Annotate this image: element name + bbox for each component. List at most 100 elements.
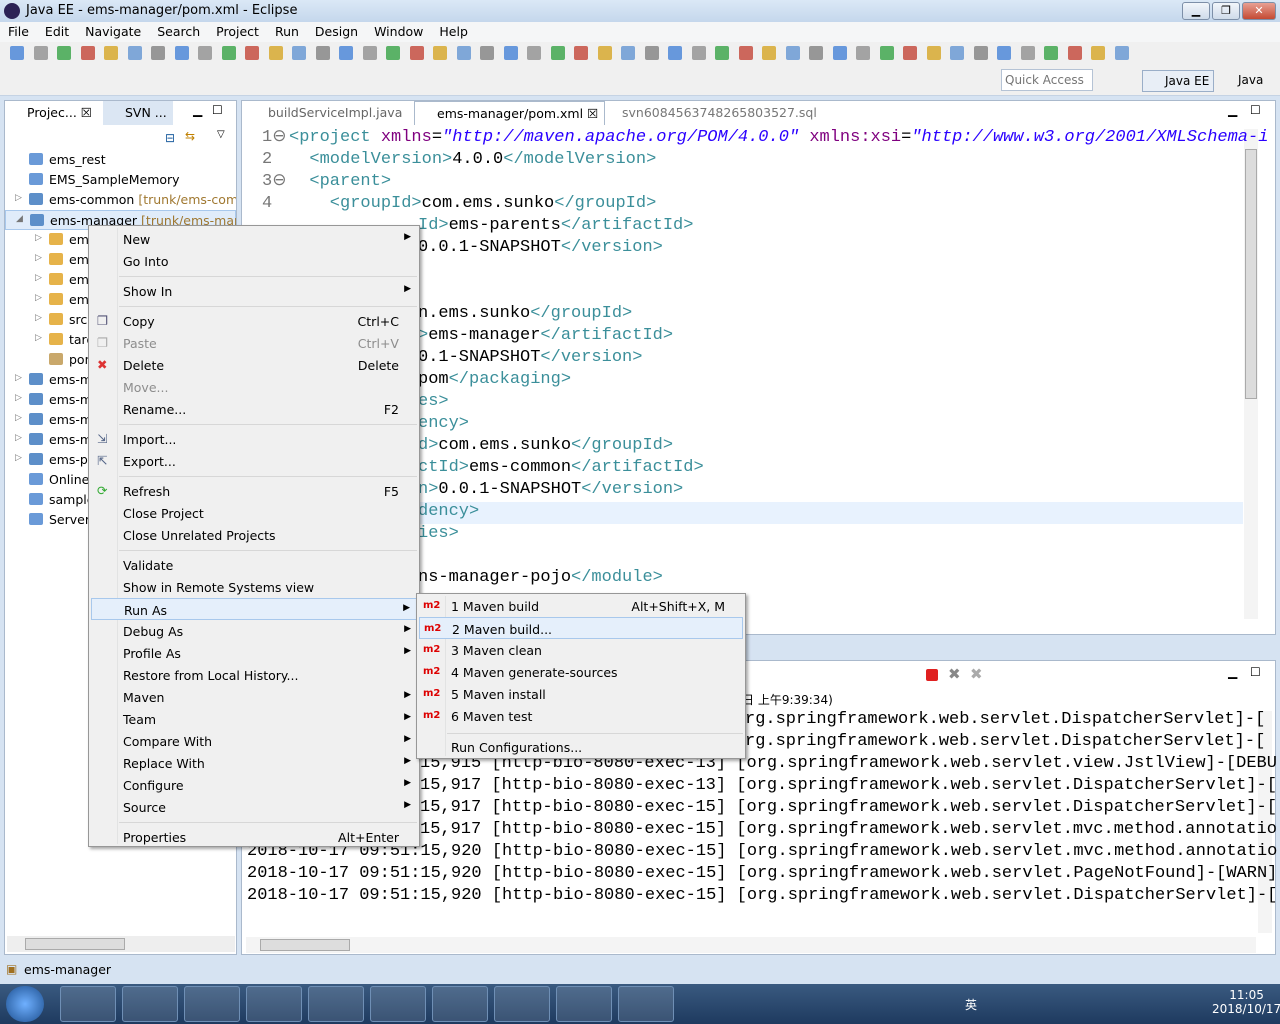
expand-toggle-icon[interactable]: ▷ [15, 393, 22, 403]
menu-item-delete[interactable]: ✖ Delete Delete [91, 354, 417, 376]
maximize-view-icon[interactable]: ☐ [1250, 103, 1261, 117]
toolbar-button-icon[interactable] [221, 46, 236, 60]
menu-item-maven-2[interactable]: m2 2 Maven build... [419, 617, 743, 639]
toolbar-button-icon[interactable] [738, 46, 753, 60]
menu-item-show-in[interactable]: Show In ▶ [91, 280, 417, 302]
menu-item-close-project[interactable]: Close Project [91, 502, 417, 524]
expand-toggle-icon[interactable]: ▷ [35, 333, 42, 343]
toolbar-button-icon[interactable] [362, 46, 377, 60]
remove-launch-icon[interactable]: ✖ [948, 665, 961, 683]
tab-project-explorer[interactable]: Projec... ☒ [5, 101, 101, 125]
toolbar-button-icon[interactable] [621, 46, 635, 60]
toolbar-button-icon[interactable] [644, 46, 659, 60]
menu-item-replace-with[interactable]: Replace With ▶ [91, 752, 417, 774]
menu-item-profile-as[interactable]: Profile As ▶ [91, 642, 417, 664]
code-line[interactable]: n.ems.sunko</groupId> [418, 303, 632, 325]
menu-project[interactable]: Project [208, 22, 267, 42]
taskbar-app-button[interactable] [618, 986, 674, 1022]
menu-item-maven-3[interactable]: m2 3 Maven clean [419, 639, 743, 661]
menu-item-run-as[interactable]: Run As ▶ [91, 598, 417, 620]
expand-toggle-icon[interactable]: ▷ [15, 433, 22, 443]
code-line[interactable]: dency> [418, 501, 479, 523]
menu-item-run-configurations[interactable]: Run Configurations... [419, 736, 743, 758]
menu-item-source[interactable]: Source ▶ [91, 796, 417, 818]
toolbar-button-icon[interactable] [198, 46, 212, 60]
expand-toggle-icon[interactable]: ▷ [15, 413, 22, 423]
toolbar-button-icon[interactable] [1020, 46, 1035, 60]
menu-item-configure[interactable]: Configure ▶ [91, 774, 417, 796]
toolbar-button-icon[interactable] [762, 46, 776, 60]
menu-item-import[interactable]: ⇲ Import... [91, 428, 417, 450]
toolbar-button-icon[interactable] [151, 46, 165, 60]
expand-toggle-icon[interactable]: ▷ [35, 293, 42, 303]
menu-item-close-unrelated-projects[interactable]: Close Unrelated Projects [91, 524, 417, 546]
clock[interactable]: 11:05 2018/10/17 [1212, 988, 1280, 1016]
menu-item-restore-from-local-history[interactable]: Restore from Local History... [91, 664, 417, 686]
toolbar-button-icon[interactable] [10, 46, 24, 60]
toolbar-button-icon[interactable] [597, 46, 612, 60]
taskbar-app-button[interactable] [184, 986, 240, 1022]
expand-toggle-icon[interactable]: ▷ [35, 253, 42, 263]
code-line[interactable]: >ems-manager</artifactId> [418, 325, 673, 347]
menu-item-show-in-remote-systems-view[interactable]: Show in Remote Systems view [91, 576, 417, 598]
tree-item[interactable]: ems_rest [5, 150, 236, 170]
toolbar-button-icon[interactable] [1114, 46, 1129, 60]
toolbar-button-icon[interactable] [668, 46, 682, 60]
vertical-scrollbar[interactable] [1244, 129, 1258, 619]
maximize-view-icon[interactable]: ☐ [212, 103, 223, 117]
code-line[interactable]: <project xmlns="http://maven.apache.org/… [289, 127, 1268, 149]
toolbar-button-icon[interactable] [1044, 46, 1058, 60]
terminate-icon[interactable] [926, 669, 938, 681]
expand-toggle-icon[interactable]: ▷ [35, 233, 42, 243]
taskbar-app-button[interactable] [494, 986, 550, 1022]
menu-item-validate[interactable]: Validate [91, 554, 417, 576]
horizontal-scrollbar[interactable] [7, 936, 235, 952]
code-line[interactable]: ency> [418, 413, 469, 435]
menu-item-move[interactable]: Move... [91, 376, 417, 398]
toolbar-button-icon[interactable] [386, 46, 400, 60]
code-line[interactable]: ns-manager-pojo</module> [418, 567, 663, 589]
taskbar-app-button[interactable] [122, 986, 178, 1022]
start-button[interactable] [6, 986, 44, 1022]
toolbar-button-icon[interactable] [926, 46, 941, 60]
toolbar-button-icon[interactable] [245, 46, 259, 60]
toolbar-button-icon[interactable] [339, 46, 353, 60]
close-icon[interactable]: ☒ [81, 105, 92, 120]
menu-item-copy[interactable]: ❐ Copy Ctrl+C [91, 310, 417, 332]
console-horizontal-scrollbar[interactable] [246, 937, 1256, 953]
remove-all-icon[interactable]: ✖ [970, 665, 983, 683]
taskbar-app-button[interactable] [60, 986, 116, 1022]
taskbar-app-button[interactable] [308, 986, 364, 1022]
tab-buildserviceimpl[interactable]: buildServiceImpl.java [246, 101, 408, 125]
maximize-button[interactable]: ❐ [1212, 2, 1240, 20]
tab-svn-sql[interactable]: svn6084563748265803527.sql [604, 101, 823, 125]
minimize-button[interactable]: ▁ [1182, 2, 1210, 20]
code-line[interactable]: ies> [418, 523, 459, 545]
menu-design[interactable]: Design [307, 22, 366, 42]
toolbar-button-icon[interactable] [903, 46, 917, 60]
menu-item-compare-with[interactable]: Compare With ▶ [91, 730, 417, 752]
tree-item[interactable]: ▷ ems-common [trunk/ems-comm [5, 190, 236, 210]
menu-navigate[interactable]: Navigate [77, 22, 149, 42]
close-button[interactable]: ✕ [1242, 2, 1276, 20]
menu-window[interactable]: Window [366, 22, 431, 42]
menu-item-team[interactable]: Team ▶ [91, 708, 417, 730]
tab-pom-xml[interactable]: ems-manager/pom.xml ☒ [414, 101, 606, 125]
code-line[interactable]: <modelVersion>4.0.0</modelVersion> [289, 149, 656, 171]
menu-item-new[interactable]: New ▶ [91, 228, 417, 250]
expand-toggle-icon[interactable]: ▷ [35, 273, 42, 283]
tree-item[interactable]: EMS_SampleMemory [5, 170, 236, 190]
taskbar-app-button[interactable] [556, 986, 612, 1022]
toolbar-button-icon[interactable] [691, 46, 706, 60]
menu-search[interactable]: Search [149, 22, 208, 42]
toolbar-button-icon[interactable] [527, 46, 541, 60]
menu-item-properties[interactable]: Properties Alt+Enter [91, 826, 417, 848]
perspective-java-ee[interactable]: Java EE [1142, 70, 1214, 92]
code-line[interactable]: d>com.ems.sunko</groupId> [418, 435, 673, 457]
menu-item-go-into[interactable]: Go Into [91, 250, 417, 272]
toolbar-button-icon[interactable] [104, 46, 118, 60]
menu-help[interactable]: Help [431, 22, 476, 42]
maximize-view-icon[interactable]: ☐ [1250, 665, 1261, 679]
toolbar-button-icon[interactable] [80, 46, 95, 60]
link-editor-icon[interactable]: ⇆ [185, 129, 195, 143]
